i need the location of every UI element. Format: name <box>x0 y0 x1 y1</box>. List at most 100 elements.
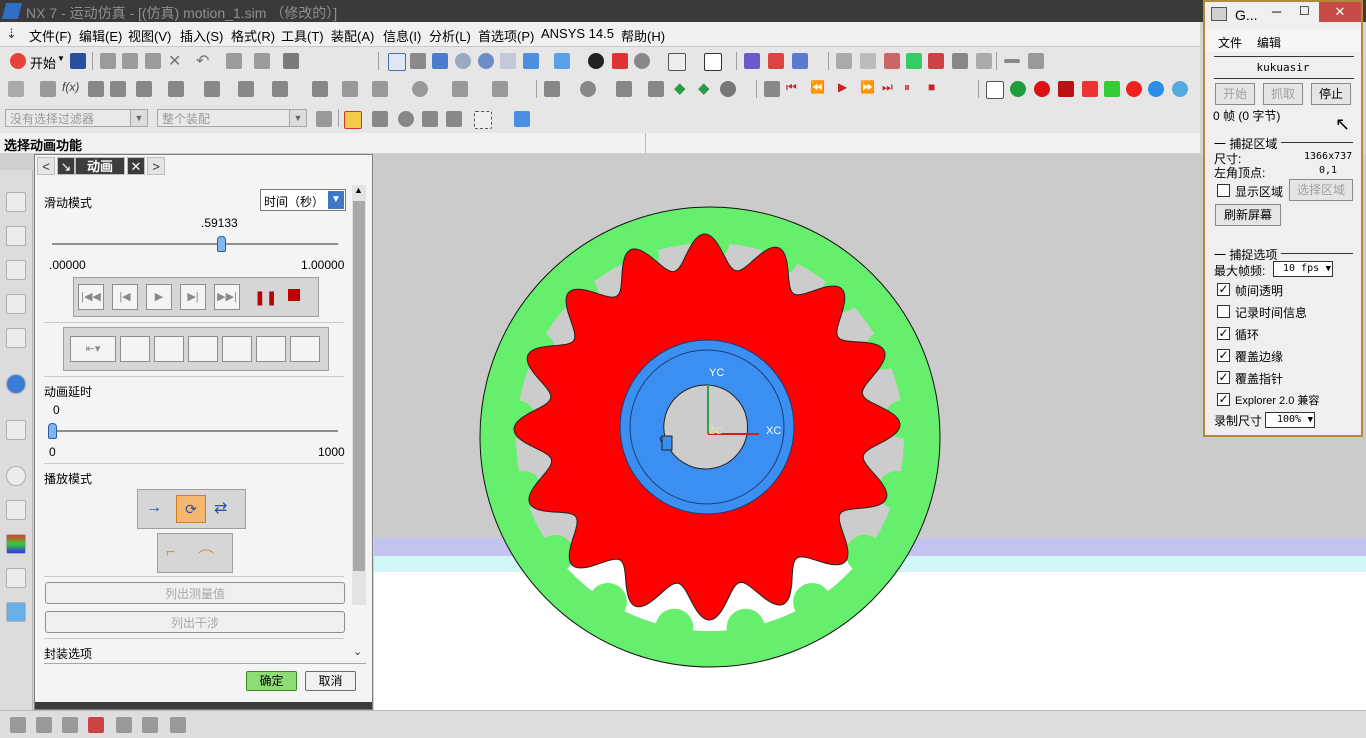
select-feature-icon[interactable] <box>422 111 438 127</box>
copy-icon[interactable] <box>122 53 138 69</box>
play-icon[interactable]: ▶ <box>838 80 847 94</box>
sensor-icon[interactable] <box>372 81 388 97</box>
clock-icon[interactable] <box>6 466 26 486</box>
clearance-icon[interactable] <box>952 53 968 69</box>
joint-icon[interactable] <box>110 81 126 97</box>
move-icon[interactable] <box>170 717 186 733</box>
solve-icon[interactable] <box>580 81 596 97</box>
cancel-button[interactable]: 取消 <box>305 671 356 691</box>
graph-icon[interactable] <box>648 81 664 97</box>
step-back-button[interactable]: |◀ <box>112 284 138 310</box>
command-finder-icon[interactable] <box>254 53 270 69</box>
rectangle-select-icon[interactable] <box>474 111 492 129</box>
measure-button[interactable] <box>256 336 286 362</box>
constraint-icon[interactable] <box>62 717 78 733</box>
record-time-checkbox[interactable] <box>1217 305 1230 318</box>
scrollbar-thumb[interactable] <box>353 201 365 571</box>
measure-icon[interactable] <box>836 53 852 69</box>
render-style-icon[interactable] <box>588 53 604 69</box>
sample-icon[interactable] <box>976 53 992 69</box>
paste-icon[interactable] <box>145 53 161 69</box>
constraint-navigator-icon[interactable] <box>6 260 26 280</box>
shaded-icon[interactable] <box>554 53 570 69</box>
perspective-icon[interactable] <box>523 53 539 69</box>
function-icon[interactable]: f(x) <box>62 80 79 94</box>
measure-body-icon[interactable] <box>884 53 900 69</box>
shaded-edges-icon[interactable] <box>612 53 628 69</box>
recorder-menu-edit[interactable]: 编辑 <box>1257 34 1281 51</box>
pause-on-event-button[interactable] <box>290 336 320 362</box>
menu-help[interactable]: 帮助(H) <box>621 26 665 45</box>
recorder-start-button[interactable]: 开始 <box>1215 83 1255 105</box>
magnify-icon[interactable] <box>455 53 471 69</box>
assembly-navigator-icon[interactable] <box>6 226 26 246</box>
datum-plane-icon[interactable] <box>1004 59 1020 63</box>
next-tab-icon[interactable]: > <box>147 157 165 175</box>
ring-blue-icon[interactable] <box>1148 81 1164 97</box>
body-red-icon[interactable] <box>1034 81 1050 97</box>
step-back-icon[interactable]: ◆ <box>674 79 686 97</box>
fit-view-icon[interactable] <box>388 53 406 71</box>
refresh-screen-button[interactable]: 刷新屏幕 <box>1215 204 1281 226</box>
select-region-button[interactable]: 选择区域 <box>1289 179 1353 201</box>
filter-settings-icon[interactable] <box>316 111 332 127</box>
document-icon[interactable] <box>986 81 1004 99</box>
stop-icon[interactable]: ■ <box>928 80 935 94</box>
menu-edit[interactable]: 编辑(E) <box>79 26 122 45</box>
select-edge-icon[interactable] <box>446 111 462 127</box>
pause-icon[interactable]: ⏸ <box>904 80 910 95</box>
part-navigator-icon[interactable] <box>6 294 26 314</box>
cover-pointer-checkbox[interactable]: ✓ <box>1217 371 1230 384</box>
transparent-checkbox[interactable]: ✓ <box>1217 283 1230 296</box>
tool-wrench-icon[interactable] <box>36 717 52 733</box>
step-back-small-icon[interactable]: ⏪ <box>810 80 825 94</box>
gear-coupler-icon[interactable] <box>412 81 428 97</box>
system-materials-icon[interactable] <box>6 500 26 520</box>
interference-button[interactable] <box>222 336 252 362</box>
bushing-icon[interactable] <box>204 81 220 97</box>
web-browser-icon[interactable] <box>6 374 26 394</box>
fast-forward-button[interactable]: ▶▶| <box>214 284 240 310</box>
section-icon[interactable] <box>1028 53 1044 69</box>
palette-icon[interactable] <box>6 534 26 554</box>
scroll-up-icon[interactable]: ▲ <box>354 185 363 195</box>
cover-edge-checkbox[interactable]: ✓ <box>1217 349 1230 362</box>
curve-icon[interactable] <box>40 81 56 97</box>
minimize-icon[interactable]: ─ <box>1272 4 1281 19</box>
step-forward-icon[interactable]: ◆ <box>698 79 710 97</box>
menu-tools[interactable]: 工具(T) <box>281 26 324 45</box>
stop-button[interactable] <box>288 289 300 301</box>
delay-slider-thumb[interactable] <box>48 423 57 439</box>
list-interference-button[interactable]: 列出干涉 <box>45 611 345 633</box>
menu-format[interactable]: 格式(R) <box>231 26 275 45</box>
roles-icon[interactable] <box>6 568 26 588</box>
touch-mode-icon[interactable] <box>283 53 299 69</box>
gear-icon[interactable] <box>1172 81 1188 97</box>
results-icon[interactable] <box>616 81 632 97</box>
layer-icon[interactable] <box>704 53 722 71</box>
box-select-icon[interactable] <box>514 111 530 127</box>
tracer-mode-button[interactable]: ⇤▾ <box>70 336 116 362</box>
package-options-label[interactable]: 封装选项 <box>44 645 92 662</box>
time-slider-thumb[interactable] <box>217 236 227 252</box>
step-forward-small-icon[interactable]: ⏩ <box>860 80 875 94</box>
start-dropdown-icon[interactable]: ▼ <box>57 54 65 63</box>
trace-button[interactable] <box>120 336 150 362</box>
body-green-icon[interactable] <box>1010 81 1026 97</box>
menu-analysis[interactable]: 分析(L) <box>429 26 471 45</box>
point-on-curve-icon[interactable] <box>492 81 508 97</box>
motion-navigator-icon[interactable] <box>6 192 26 212</box>
rewind-icon[interactable]: ⏮ <box>786 80 797 95</box>
spring-icon[interactable] <box>136 81 152 97</box>
menu-info[interactable]: 信息(I) <box>383 26 421 45</box>
contact-icon[interactable] <box>238 81 254 97</box>
fast-forward-icon[interactable]: ⏭ <box>882 80 893 95</box>
menu-assembly[interactable]: 装配(A) <box>331 26 374 45</box>
reuse-library-icon[interactable] <box>6 328 26 348</box>
loop-checkbox[interactable]: ✓ <box>1217 327 1230 340</box>
picture-icon[interactable] <box>6 602 26 622</box>
measure-angle-icon[interactable] <box>860 53 876 69</box>
dialog-scrollbar[interactable]: ▲ <box>352 185 366 605</box>
maximize-icon[interactable]: ☐ <box>1299 4 1310 18</box>
expand-icon[interactable]: ⌄ <box>353 645 362 658</box>
